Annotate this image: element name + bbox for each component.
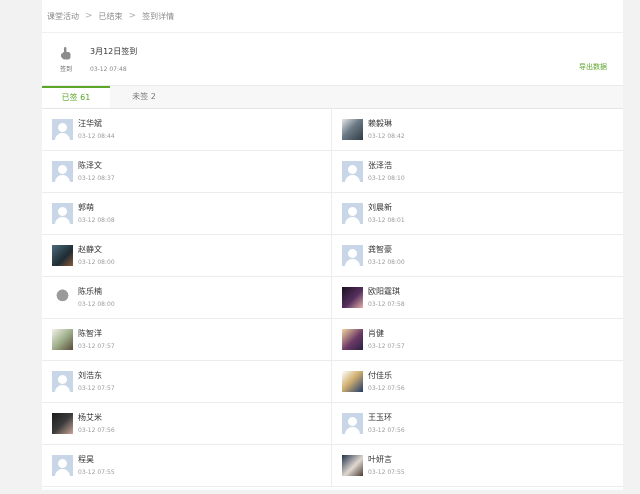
sign-in-time: 03-12 07:56 bbox=[368, 385, 405, 392]
hand-pointer-icon bbox=[61, 46, 71, 59]
sign-in-time: 03-12 08:00 bbox=[78, 259, 115, 266]
sign-in-time: 03-12 08:01 bbox=[368, 217, 405, 224]
avatar bbox=[52, 371, 73, 392]
avatar bbox=[342, 455, 363, 476]
sign-in-time: 03-12 08:00 bbox=[368, 259, 405, 266]
student-item[interactable]: 龚智豪 03-12 08:00 bbox=[332, 235, 623, 277]
student-item[interactable]: 陈乐楠 03-12 08:00 bbox=[42, 277, 332, 319]
student-name: 赵静文 bbox=[78, 245, 102, 254]
avatar bbox=[52, 455, 73, 476]
avatar bbox=[52, 203, 73, 224]
student-item[interactable]: 赵静文 03-12 08:00 bbox=[42, 235, 332, 277]
avatar bbox=[342, 329, 363, 350]
student-name: 陈智洋 bbox=[78, 329, 102, 338]
sign-in-time: 03-12 07:55 bbox=[368, 469, 405, 476]
student-item[interactable]: 肖健 03-12 07:57 bbox=[332, 319, 623, 361]
chevron-right-icon: > bbox=[128, 11, 137, 21]
avatar bbox=[52, 413, 73, 434]
student-name: 肖健 bbox=[368, 329, 384, 338]
avatar bbox=[52, 245, 73, 266]
activity-time: 03-12 07:48 bbox=[90, 65, 127, 73]
breadcrumb: 课堂活动 > 已结束 > 签到详情 bbox=[42, 0, 623, 33]
avatar bbox=[52, 329, 73, 350]
sign-in-time: 03-12 07:56 bbox=[368, 427, 405, 434]
avatar bbox=[52, 287, 73, 308]
sign-in-time: 03-12 08:10 bbox=[368, 175, 405, 182]
avatar bbox=[342, 413, 363, 434]
student-item[interactable]: 刘晨新 03-12 08:01 bbox=[332, 193, 623, 235]
breadcrumb-sign-in-detail: 签到详情 bbox=[142, 11, 175, 21]
student-name: 龚智豪 bbox=[368, 245, 392, 254]
avatar bbox=[52, 119, 73, 140]
sign-in-time: 03-12 08:42 bbox=[368, 133, 405, 140]
student-item[interactable]: 王玉环 03-12 07:56 bbox=[332, 403, 623, 445]
sign-in-time: 03-12 08:37 bbox=[78, 175, 115, 182]
student-item[interactable]: 付佳乐 03-12 07:56 bbox=[332, 361, 623, 403]
student-name: 陈泽文 bbox=[78, 161, 102, 170]
student-item[interactable]: 程昊 03-12 07:55 bbox=[42, 445, 332, 487]
student-name: 张泽浩 bbox=[368, 161, 392, 170]
avatar bbox=[342, 161, 363, 182]
sign-in-time: 03-12 07:56 bbox=[78, 427, 115, 434]
avatar bbox=[342, 245, 363, 266]
activity-title: 3月12日签到 bbox=[90, 46, 138, 56]
student-item[interactable]: 汪华斌 03-12 08:44 bbox=[42, 109, 332, 151]
student-name: 杨艾米 bbox=[78, 413, 102, 422]
student-name: 刘浩东 bbox=[78, 371, 102, 380]
student-name: 刘晨新 bbox=[368, 203, 392, 212]
student-name: 陈乐楠 bbox=[78, 287, 102, 296]
student-item[interactable]: 张泽浩 03-12 08:10 bbox=[332, 151, 623, 193]
avatar bbox=[342, 119, 363, 140]
sign-in-tabs: 已签 61 未签 2 bbox=[42, 86, 623, 109]
sign-in-time: 03-12 07:57 bbox=[78, 343, 115, 350]
student-name: 付佳乐 bbox=[368, 371, 392, 380]
student-item[interactable]: 刘浩东 03-12 07:57 bbox=[42, 361, 332, 403]
student-item[interactable]: 杨艾米 03-12 07:56 bbox=[42, 403, 332, 445]
tab-signed[interactable]: 已签 61 bbox=[42, 86, 110, 108]
avatar bbox=[52, 161, 73, 182]
student-name: 郭萌 bbox=[78, 203, 94, 212]
avatar bbox=[342, 203, 363, 224]
student-name: 程昊 bbox=[78, 455, 94, 464]
breadcrumb-classroom-activity[interactable]: 课堂活动 bbox=[47, 11, 79, 22]
student-name: 赖毅琳 bbox=[368, 119, 392, 128]
sign-in-time: 03-12 08:44 bbox=[78, 133, 115, 140]
chevron-right-icon: > bbox=[85, 11, 93, 21]
sign-in-time: 03-12 07:57 bbox=[368, 343, 405, 350]
sign-in-time: 03-12 08:00 bbox=[78, 301, 115, 308]
sign-in-detail-panel: 课堂活动 > 已结束 > 签到详情 签到 3月12日签到 03-12 07:48… bbox=[42, 0, 623, 490]
student-name: 欧阳霆琪 bbox=[368, 287, 400, 296]
student-name: 汪华斌 bbox=[78, 119, 102, 128]
avatar bbox=[342, 287, 363, 308]
activity-header: 签到 3月12日签到 03-12 07:48 导出数据 bbox=[42, 33, 623, 86]
student-name: 王玉环 bbox=[368, 413, 392, 422]
student-item[interactable]: 陈泽文 03-12 08:37 bbox=[42, 151, 332, 193]
activity-type: 签到 bbox=[46, 46, 86, 73]
tab-unsigned[interactable]: 未签 2 bbox=[110, 86, 178, 108]
avatar bbox=[342, 371, 363, 392]
student-item[interactable]: 欧阳霆琪 03-12 07:58 bbox=[332, 277, 623, 319]
sign-in-time: 03-12 07:55 bbox=[78, 469, 115, 476]
export-data-link[interactable]: 导出数据 bbox=[579, 62, 607, 72]
student-item[interactable]: 赖毅琳 03-12 08:42 bbox=[332, 109, 623, 151]
breadcrumb-ended[interactable]: 已结束 bbox=[99, 11, 123, 22]
sign-in-time: 03-12 07:57 bbox=[78, 385, 115, 392]
activity-type-label: 签到 bbox=[59, 65, 72, 73]
student-list: 汪华斌 03-12 08:44 赖毅琳 03-12 08:42 陈泽文 03-12 08:… bbox=[42, 109, 623, 487]
sign-in-time: 03-12 08:08 bbox=[78, 217, 115, 224]
sign-in-time: 03-12 07:58 bbox=[368, 301, 405, 308]
student-name: 叶妍言 bbox=[368, 455, 392, 464]
student-item[interactable]: 叶妍言 03-12 07:55 bbox=[332, 445, 623, 487]
student-item[interactable]: 陈智洋 03-12 07:57 bbox=[42, 319, 332, 361]
student-item[interactable]: 郭萌 03-12 08:08 bbox=[42, 193, 332, 235]
